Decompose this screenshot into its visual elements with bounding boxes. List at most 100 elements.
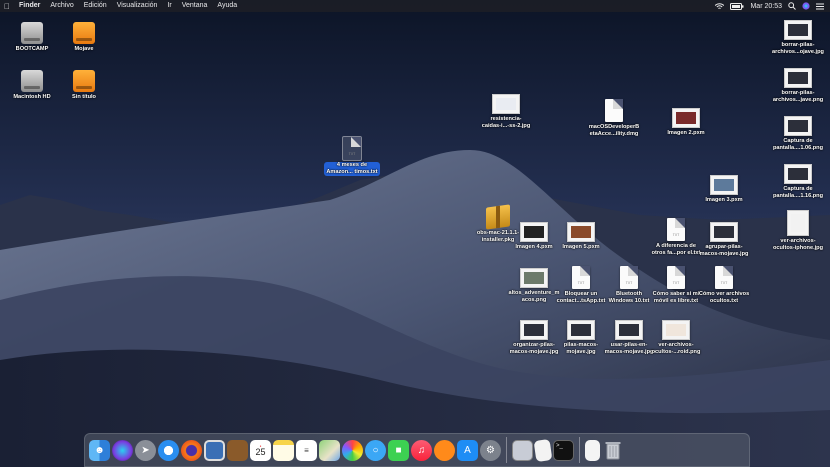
image-thumbnail-icon <box>520 320 548 340</box>
image-thumbnail-icon <box>520 268 548 288</box>
disk-image-icon <box>605 99 623 122</box>
file-imagen-2[interactable]: Imagen 2.pxm <box>654 108 718 137</box>
icon-label: Imagen 2.pxm <box>667 130 705 136</box>
text-document-icon: TXT <box>620 266 638 289</box>
app-store-icon[interactable]: A <box>457 439 478 461</box>
notification-center-icon[interactable] <box>816 3 824 10</box>
menu-ir[interactable]: Ir <box>162 0 176 12</box>
file-borrar-pilas-jpg[interactable]: borrar-pilas-archivos...ojave.jpg <box>766 20 830 55</box>
text-document-icon: TXT <box>667 218 685 241</box>
dock-separator <box>506 437 507 463</box>
image-thumbnail-icon <box>784 164 812 184</box>
image-thumbnail-icon <box>615 320 643 340</box>
books-icon[interactable] <box>434 439 455 461</box>
clock[interactable]: Mar 20:53 <box>750 3 782 10</box>
file-resistencia[interactable]: resistencia-caidas-i...-ss-2.jpg <box>474 94 538 129</box>
text-document-icon: TXT <box>715 266 733 289</box>
file-imagen-3[interactable]: Imagen 3.pxm <box>692 175 756 204</box>
spotlight-search-icon[interactable] <box>788 2 796 10</box>
file-ver-archivos-iphone[interactable]: ver-archivos-ocultos-iphone.jpg <box>766 210 830 251</box>
icon-label: Imagen 5.pxm <box>562 244 600 250</box>
document-stack-icon[interactable] <box>533 438 553 462</box>
menu-app-name[interactable]: Finder <box>14 0 45 12</box>
dock: ☻ ➤ ● 25 ≡ ○ ■ ♫ A ⚙ >_ <box>84 433 750 467</box>
external-drive-icon <box>73 70 95 92</box>
icon-label: borrar-pilas-archivos...jave.png <box>772 90 824 103</box>
music-icon[interactable]: ♫ <box>411 439 432 461</box>
image-thumbnail-icon <box>784 20 812 40</box>
text-document-icon: TXT <box>572 266 590 289</box>
hard-drive-icon <box>21 22 43 44</box>
calendar-day: 25 <box>255 446 266 457</box>
apple-menu-icon[interactable]:  <box>0 2 14 11</box>
icon-label: ver-archivos-ocultos-...roid.png <box>651 342 701 355</box>
icon-label: Imagen 3.pxm <box>705 197 743 203</box>
menu-visualizacion[interactable]: Visualización <box>112 0 163 12</box>
menu-archivo[interactable]: Archivo <box>45 0 78 12</box>
file-macos-developer-dmg[interactable]: macOSDeveloperB etaAcce...ility.dmg <box>582 99 646 137</box>
menu-bar:  Finder Archivo Edición Visualización I… <box>0 0 830 12</box>
maps-icon[interactable] <box>319 439 340 461</box>
terminal-icon[interactable]: >_ <box>553 439 574 461</box>
image-thumbnail-icon <box>567 320 595 340</box>
photos-icon[interactable] <box>342 439 363 461</box>
image-thumbnail-icon <box>520 222 548 242</box>
system-preferences-icon[interactable]: ⚙ <box>480 439 501 461</box>
image-thumbnail-icon <box>662 320 690 340</box>
firefox-icon[interactable] <box>181 439 202 461</box>
siri-icon[interactable] <box>802 2 810 10</box>
drive-sin-titulo[interactable]: Sin título <box>52 70 116 101</box>
icon-label: 4 meses de Amazon... timos.txt <box>324 162 380 176</box>
image-thumbnail-icon <box>672 108 700 128</box>
launchpad-icon[interactable]: ➤ <box>135 439 156 461</box>
image-thumbnail-icon <box>784 68 812 88</box>
wifi-icon[interactable] <box>715 2 725 10</box>
icon-label: Cómo ver archivos ocultos.txt <box>698 291 750 304</box>
icon-label: agrupar-pilas-macos-mojave.jpg <box>699 244 749 257</box>
menu-edicion[interactable]: Edición <box>79 0 112 12</box>
file-captura-1-16[interactable]: Captura de pantalla....1.16.png <box>766 164 830 199</box>
text-document-icon[interactable] <box>585 439 600 461</box>
reminders-icon[interactable]: ≡ <box>296 439 317 461</box>
messages-icon[interactable]: ○ <box>365 439 386 461</box>
icon-label: Captura de pantalla....1.06.png <box>772 138 824 151</box>
facetime-icon[interactable]: ■ <box>388 439 409 461</box>
icon-label: borrar-pilas-archivos...ojave.jpg <box>772 42 824 55</box>
icon-label: Sin título <box>72 94 96 100</box>
external-drive-icon <box>73 22 95 44</box>
image-thumbnail-icon <box>710 175 738 195</box>
trash-icon[interactable] <box>602 440 623 461</box>
dock-separator <box>579 437 580 463</box>
icon-label: ver-archivos-ocultos-iphone.jpg <box>772 238 824 251</box>
screenshots-stack-icon[interactable] <box>512 439 533 461</box>
battery-icon[interactable] <box>730 2 744 10</box>
image-thumbnail-icon <box>787 210 809 236</box>
icon-label: Captura de pantalla....1.16.png <box>772 186 824 199</box>
notebook-icon[interactable] <box>227 439 248 461</box>
text-document-icon: TXT <box>342 136 362 161</box>
drive-mojave[interactable]: Mojave <box>52 22 116 53</box>
menu-ayuda[interactable]: Ayuda <box>212 0 242 12</box>
image-thumbnail-icon <box>784 116 812 136</box>
file-borrar-pilas-png[interactable]: borrar-pilas-archivos...jave.png <box>766 68 830 103</box>
preview-icon[interactable] <box>204 439 225 461</box>
finder-icon[interactable]: ☻ <box>89 439 110 461</box>
icon-label: macOSDeveloperB etaAcce...ility.dmg <box>588 124 640 137</box>
safari-icon[interactable] <box>158 439 179 461</box>
file-como-ver-ocultos[interactable]: TXT Cómo ver archivos ocultos.txt <box>692 266 756 304</box>
icon-label: Mojave <box>74 46 94 52</box>
selected-file-icon[interactable]: TXT 4 meses de Amazon... timos.txt <box>320 136 384 178</box>
text-document-icon: TXT <box>667 266 685 289</box>
file-ver-archivos-android[interactable]: ver-archivos-ocultos-...roid.png <box>644 320 708 355</box>
hard-drive-icon <box>21 70 43 92</box>
calendar-icon[interactable]: ● 25 <box>250 439 271 461</box>
image-thumbnail-icon <box>492 94 520 114</box>
siri-icon[interactable] <box>112 439 133 461</box>
image-thumbnail-icon <box>567 222 595 242</box>
file-agrupar-pilas[interactable]: agrupar-pilas-macos-mojave.jpg <box>692 222 756 257</box>
menu-ventana[interactable]: Ventana <box>177 0 213 12</box>
notes-icon[interactable] <box>273 439 294 461</box>
file-captura-1-06[interactable]: Captura de pantalla....1.06.png <box>766 116 830 151</box>
file-imagen-5[interactable]: Imagen 5.pxm <box>549 222 613 251</box>
image-thumbnail-icon <box>710 222 738 242</box>
